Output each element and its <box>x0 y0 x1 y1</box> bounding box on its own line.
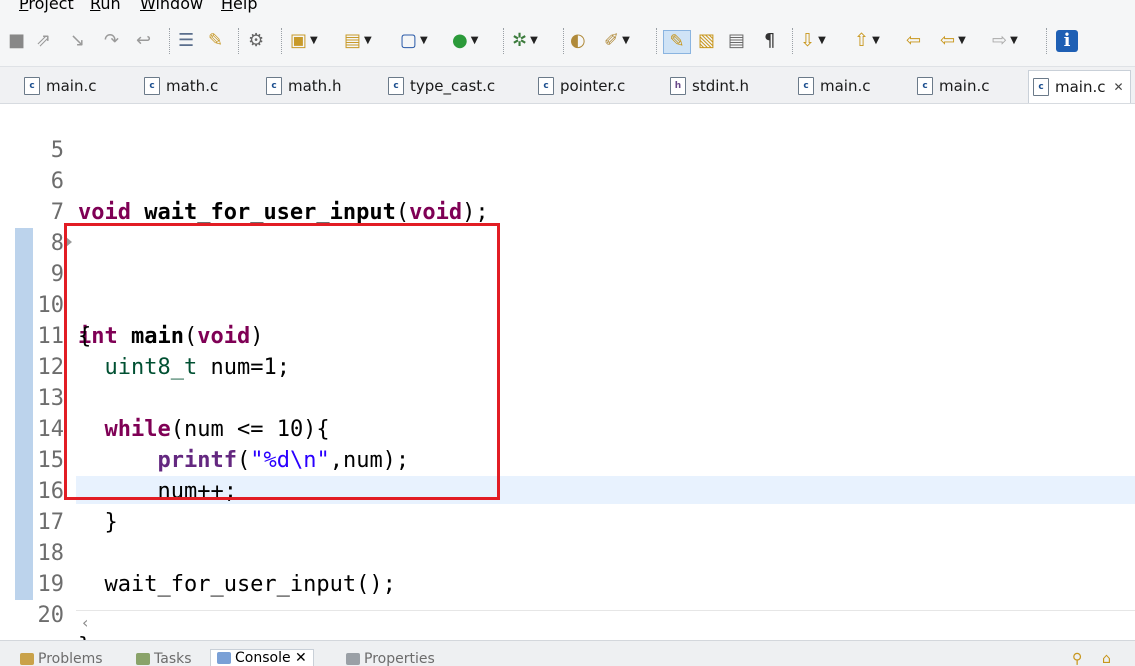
toolbar-separator <box>169 28 171 54</box>
step-into-icon[interactable]: ↘ <box>70 30 85 52</box>
toolbar-separator <box>1046 28 1048 54</box>
step-over-icon[interactable]: ↷ <box>104 30 119 52</box>
tab-label: Problems <box>38 651 103 666</box>
tab-label: stdint.h <box>692 77 750 95</box>
tab-label: main.c <box>46 77 97 95</box>
c-file-icon: c <box>266 77 282 95</box>
tab-label: Console <box>235 650 291 666</box>
scroll-left-icon[interactable]: ‹ <box>82 613 88 632</box>
code-line: 18 wait_for_user_input(); <box>0 507 1135 597</box>
toolbar-separator <box>563 28 565 54</box>
tab-label: math.c <box>166 77 219 95</box>
build-icon[interactable]: ⇗ <box>36 30 51 52</box>
pin-icon[interactable]: ⚲ <box>1072 651 1082 666</box>
run-icon[interactable]: ● ▼ <box>452 30 478 52</box>
perspective-icon[interactable]: ◐ <box>570 30 586 52</box>
tab-main-c-active[interactable]: c main.c ✕ <box>1028 70 1131 103</box>
home-icon[interactable]: ⌂ <box>1102 651 1111 666</box>
code-line: 5 <box>0 104 1135 163</box>
last-edit-icon[interactable]: ⇦ <box>906 30 921 52</box>
menu-run[interactable]: Run <box>90 0 121 13</box>
menu-project[interactable]: Project <box>19 0 74 13</box>
tab-console[interactable]: Console ✕ <box>210 649 314 666</box>
editor-tab-bar: c main.c c math.c c math.h c type_cast.c c po… <box>0 67 1135 104</box>
bottom-panel-tabs: Problems Tasks Console ✕ Properties ⚲ ⌂ <box>0 640 1135 666</box>
tab-label: main.c <box>820 77 871 95</box>
tab-label: main.c <box>939 77 990 95</box>
next-annotation-icon[interactable]: ⇩ ▼ <box>800 30 826 52</box>
properties-icon <box>346 653 360 665</box>
c-file-icon: c <box>917 77 933 95</box>
pilcrow-icon[interactable]: ¶ <box>764 30 775 52</box>
c-file-icon: c <box>388 77 404 95</box>
toolbar-separator <box>503 28 505 54</box>
tab-pointer-c[interactable]: c pointer.c <box>534 71 625 101</box>
tab-main-c-3[interactable]: c main.c <box>913 71 990 101</box>
tab-tasks[interactable]: Tasks <box>136 651 192 666</box>
new-icon[interactable]: ☰ <box>178 30 194 52</box>
menu-window[interactable]: Window <box>140 0 203 13</box>
toolbar: ■ ⇗ ↘ ↷ ↩ ☰ ✎ ⚙ ▣ ▼ ▤ ▼ ▢ ▼ ● ▼ ✲ ▼ ◐ ✐ ▼ ✎ ▧ … <box>0 16 1135 67</box>
tab-label: pointer.c <box>560 77 626 95</box>
code-line: 19 <box>0 538 1135 597</box>
toolbar-separator <box>656 28 658 54</box>
code-line: 6 void wait_for_user_input(void); <box>0 135 1135 225</box>
toolbar-separator <box>792 28 794 54</box>
c-file-icon: c <box>538 77 554 95</box>
highlight-icon[interactable]: ✎ <box>663 30 691 54</box>
tab-label: Tasks <box>154 651 192 666</box>
close-icon[interactable]: ✕ <box>1114 80 1124 94</box>
annotation-highlight-box <box>64 223 500 500</box>
tab-properties[interactable]: Properties <box>346 651 435 666</box>
tab-problems[interactable]: Problems <box>20 651 103 666</box>
block-icon[interactable]: ▤ <box>728 30 745 52</box>
menu-help[interactable]: Help <box>221 0 257 13</box>
console-icon <box>217 652 231 664</box>
tab-main-c-2[interactable]: c main.c <box>794 71 871 101</box>
tab-math-c[interactable]: c math.c <box>140 71 218 101</box>
info-icon[interactable]: i <box>1056 30 1078 52</box>
code-editor[interactable]: 5 6 void wait_for_user_input(void); 7 8 … <box>0 104 1135 640</box>
new-c-project-icon[interactable]: ⚙ <box>248 30 264 52</box>
c-file-icon: c <box>24 77 40 95</box>
debug-bug-icon[interactable]: ✲ ▼ <box>512 30 538 52</box>
tools-icon[interactable]: ✐ ▼ <box>604 30 630 52</box>
tab-label: Properties <box>364 651 435 666</box>
step-return-icon[interactable]: ↩ <box>136 30 151 52</box>
tab-math-h[interactable]: c math.h <box>262 71 341 101</box>
stop-icon[interactable]: ■ <box>8 30 25 52</box>
tab-label: math.h <box>288 77 342 95</box>
tab-main-c[interactable]: c main.c <box>20 71 97 101</box>
prev-annotation-icon[interactable]: ⇧ ▼ <box>854 30 880 52</box>
problems-icon <box>20 653 34 665</box>
toolbar-separator <box>281 28 283 54</box>
c-file-icon: c <box>144 77 160 95</box>
new-c-file-icon[interactable]: ▢ ▼ <box>400 30 428 52</box>
toggle-icon[interactable]: ▧ <box>698 30 715 52</box>
new-folder-icon[interactable]: ▣ ▼ <box>290 30 318 52</box>
code-line: 20 } <box>0 569 1135 640</box>
h-file-icon: h <box>670 77 686 95</box>
back-icon[interactable]: ⇦ ▼ <box>940 30 966 52</box>
code-line: 7 <box>0 166 1135 225</box>
tab-label: main.c <box>1055 78 1106 96</box>
c-file-icon: c <box>798 77 814 95</box>
new-source-icon[interactable]: ▤ ▼ <box>344 30 372 52</box>
menu-bar: Project Run Window Help <box>0 0 1135 16</box>
tasks-icon <box>136 653 150 665</box>
forward-icon[interactable]: ⇨ ▼ <box>992 30 1018 52</box>
toolbar-separator <box>238 28 240 54</box>
tab-stdint-h[interactable]: h stdint.h <box>666 71 749 101</box>
tab-type-cast-c[interactable]: c type_cast.c <box>384 71 495 101</box>
horizontal-scrollbar[interactable]: ‹ <box>76 610 1135 635</box>
tab-label: type_cast.c <box>410 77 496 95</box>
debug-icon[interactable]: ✎ <box>208 30 223 52</box>
c-file-icon: c <box>1033 78 1049 96</box>
